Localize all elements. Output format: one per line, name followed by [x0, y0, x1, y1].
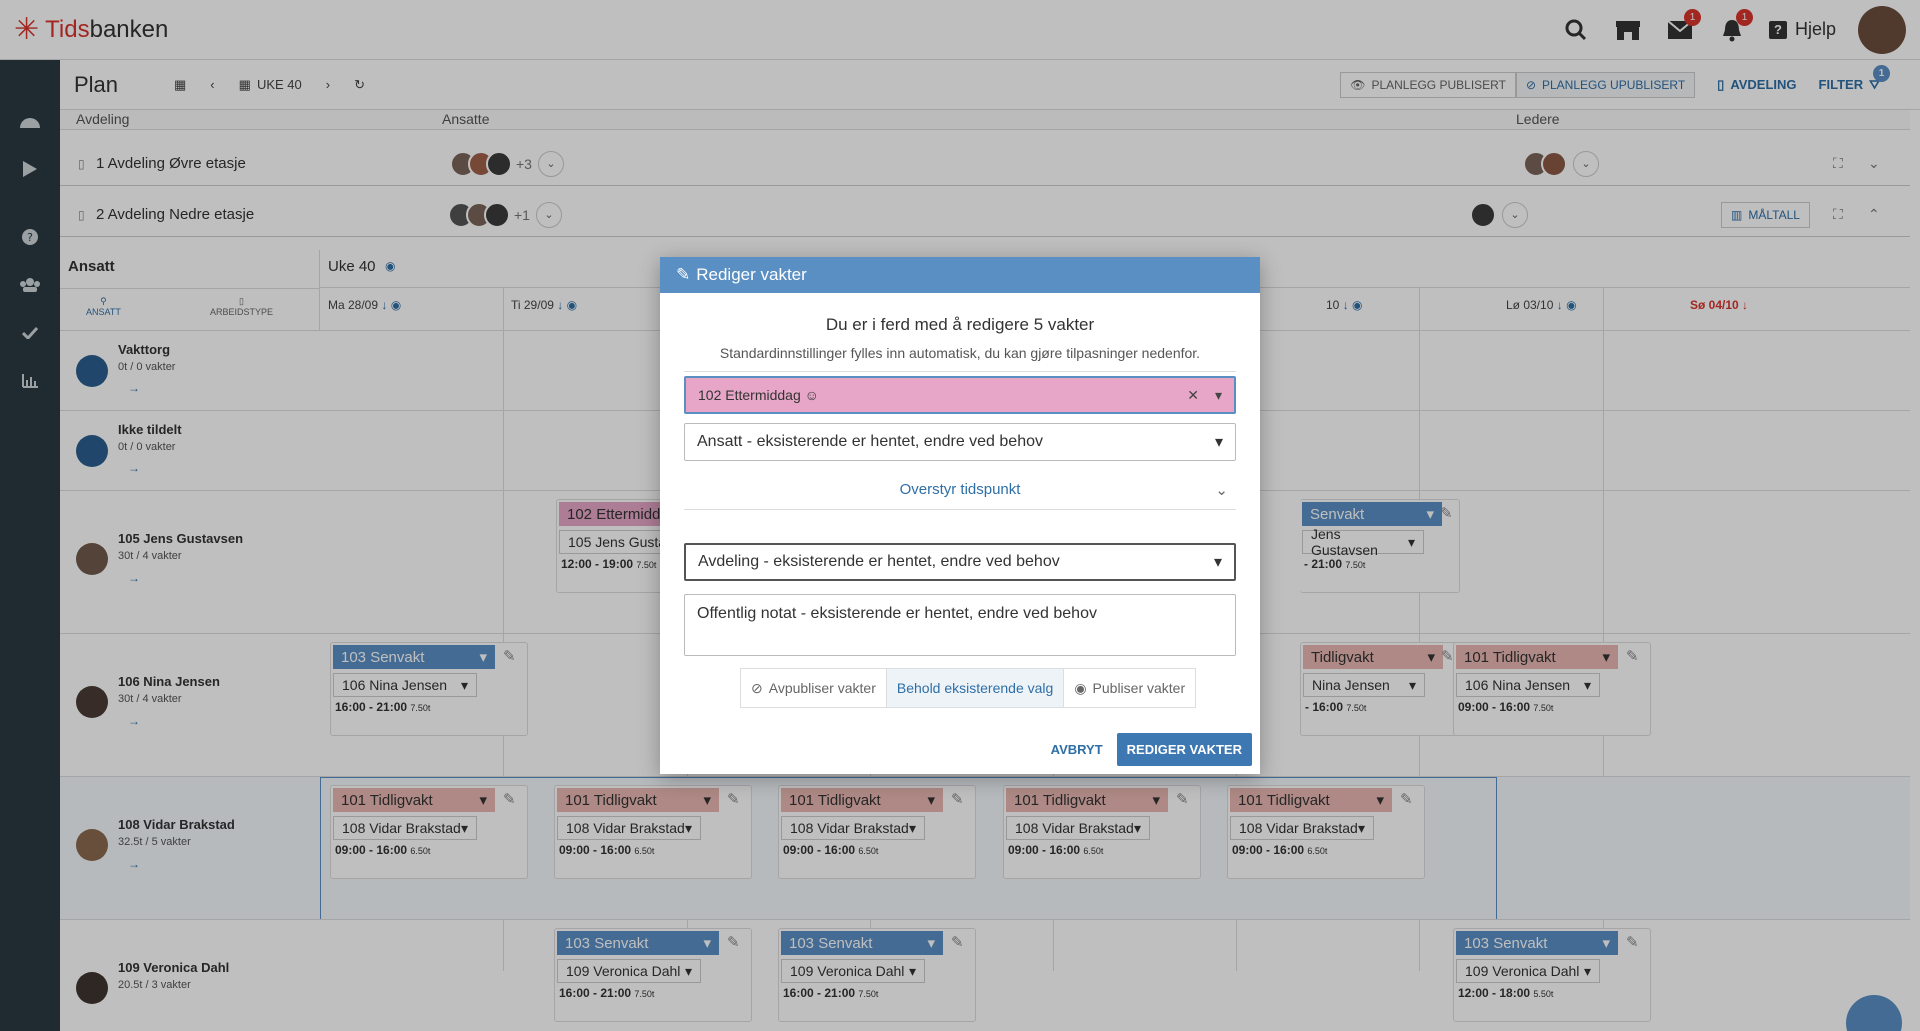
publish-toggle: ⊘ Avpubliser vakter Behold eksisterende v…	[740, 668, 1197, 708]
shifttype-select[interactable]: 102 Ettermiddag ☺ ✕ ▾	[684, 376, 1236, 414]
keep-option[interactable]: Behold eksisterende valg	[885, 669, 1065, 707]
smiley-icon: ☺	[804, 387, 819, 403]
public-note-input[interactable]: Offentlig notat - eksisterende er hentet…	[684, 594, 1236, 656]
submit-button[interactable]: REDIGER VAKTER	[1116, 733, 1252, 766]
cancel-button[interactable]: AVBRYT	[1051, 742, 1103, 757]
edit-shifts-modal: ✎ Rediger vakter Du er i ferd med å redig…	[660, 257, 1260, 774]
modal-subtitle: Standardinnstillinger fylles inn automat…	[684, 345, 1236, 372]
avdeling-value: Avdeling - eksisterende er hentet, endre…	[698, 553, 1060, 570]
clear-icon[interactable]: ✕	[1187, 387, 1199, 404]
ansatt-value: Ansatt - eksisterende er hentet, endre v…	[697, 433, 1043, 450]
edit-icon: ✎	[676, 265, 691, 284]
avdeling-select[interactable]: Avdeling - eksisterende er hentet, endre…	[684, 543, 1236, 581]
caret-down-icon[interactable]: ▾	[1215, 387, 1222, 404]
modal-footer: AVBRYT REDIGER VAKTER	[1051, 733, 1252, 766]
shifttype-value: 102 Ettermiddag	[698, 387, 801, 403]
publish-option[interactable]: ◉ Publiser vakter	[1064, 669, 1195, 707]
caret-down-icon: ▾	[1214, 434, 1223, 451]
modal-header-title: Rediger vakter	[696, 265, 807, 284]
unpublish-label: Avpubliser vakter	[768, 680, 876, 696]
unpublish-option[interactable]: ⊘ Avpubliser vakter	[741, 669, 886, 707]
publish-label: Publiser vakter	[1092, 680, 1186, 696]
eye-slash-icon: ⊘	[751, 679, 763, 696]
ansatt-select[interactable]: Ansatt - eksisterende er hentet, endre v…	[684, 423, 1236, 461]
modal-title: Du er i ferd med å redigere 5 vakter	[825, 315, 1095, 334]
eye-icon: ◉	[1074, 679, 1087, 696]
override-time-toggle[interactable]: Overstyr tidspunkt ⌄	[684, 470, 1236, 510]
keep-label: Behold eksisterende valg	[896, 680, 1054, 696]
modal-header: ✎ Rediger vakter	[660, 257, 1260, 293]
caret-down-icon: ▾	[1213, 554, 1222, 571]
chevron-down-icon: ⌄	[1215, 481, 1228, 499]
override-label: Overstyr tidspunkt	[899, 481, 1021, 498]
